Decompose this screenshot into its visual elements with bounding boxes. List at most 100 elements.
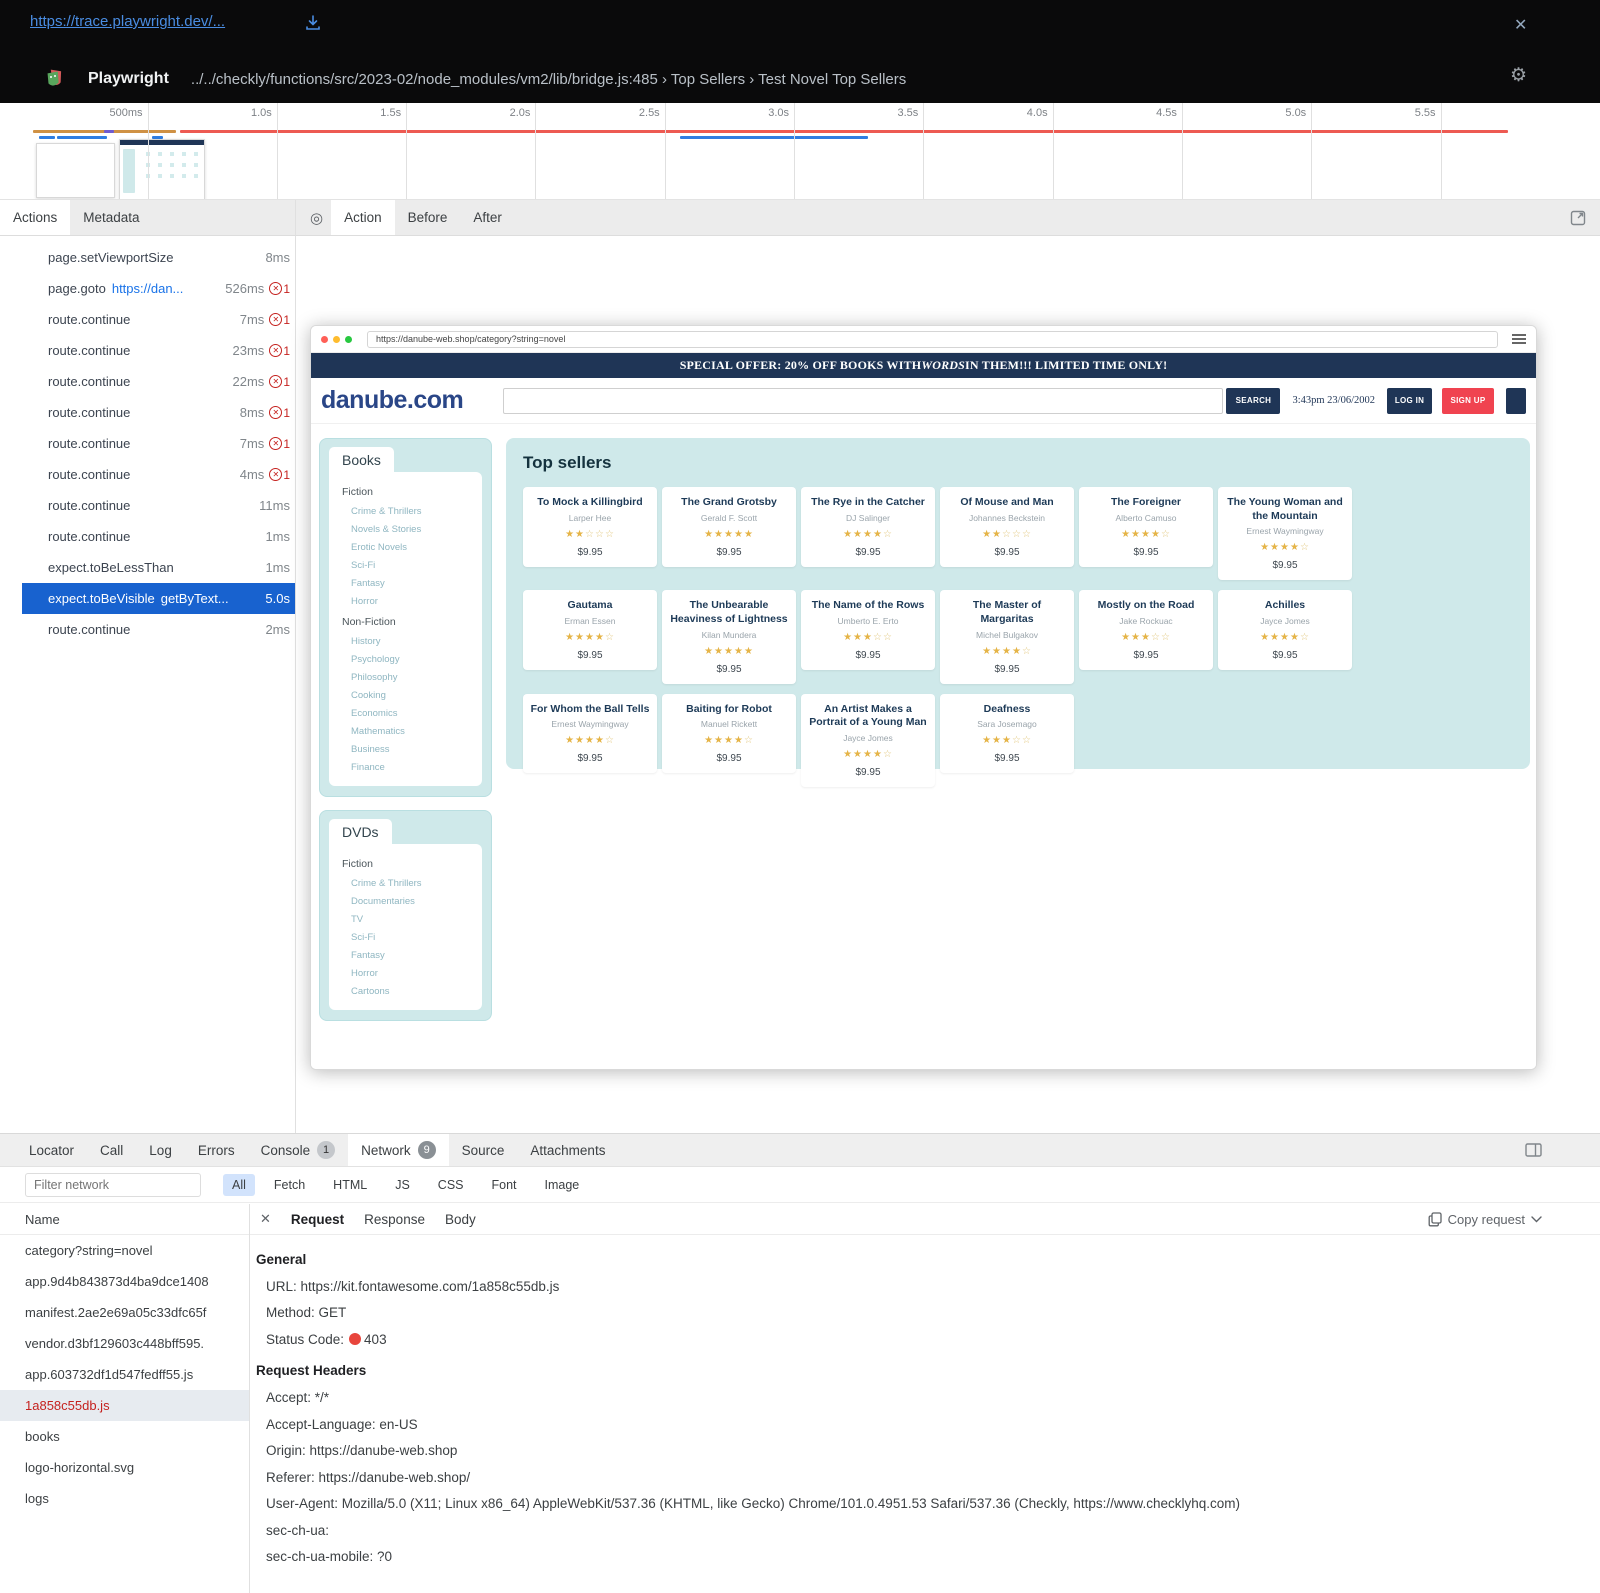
product-card[interactable]: GautamaErman Essen★★★★☆$9.95: [523, 590, 657, 670]
timeline-screenshot-blank[interactable]: [36, 143, 115, 198]
network-request-row[interactable]: app.603732df1d547fedff55.js: [0, 1359, 249, 1390]
filter-chip-css[interactable]: CSS: [429, 1174, 473, 1196]
category-tab[interactable]: Books: [329, 447, 394, 472]
product-card[interactable]: The ForeignerAlberto Camuso★★★★☆$9.95: [1079, 487, 1213, 567]
bottom-tab-attachments[interactable]: Attachments: [517, 1134, 618, 1166]
product-card[interactable]: The Master of MargaritasMichel Bulgakov★…: [940, 590, 1074, 683]
category-link[interactable]: Fantasy: [329, 574, 482, 592]
product-card[interactable]: The Unbearable Heaviness of LightnessKil…: [662, 590, 796, 683]
target-icon[interactable]: ◎: [296, 200, 331, 235]
browser-url-bar[interactable]: https://danube-web.shop/category?string=…: [367, 331, 1498, 348]
category-link[interactable]: Crime & Thrillers: [329, 502, 482, 520]
filter-chip-image[interactable]: Image: [536, 1174, 589, 1196]
category-link[interactable]: Fantasy: [329, 946, 482, 964]
timeline-screenshot-page[interactable]: [119, 139, 205, 200]
category-link[interactable]: Horror: [329, 964, 482, 982]
network-request-row[interactable]: manifest.2ae2e69a05c33dfc65f: [0, 1297, 249, 1328]
site-search-input[interactable]: [503, 388, 1223, 414]
action-row[interactable]: expect.toBeLessThan1ms: [22, 552, 295, 583]
product-card[interactable]: The Name of the RowsUmberto E. Erto★★★☆☆…: [801, 590, 935, 670]
signup-button[interactable]: SIGN UP: [1442, 388, 1494, 414]
category-link[interactable]: Psychology: [329, 650, 482, 668]
product-card[interactable]: To Mock a KillingbirdLarper Hee★★☆☆☆$9.9…: [523, 487, 657, 567]
category-link[interactable]: Documentaries: [329, 892, 482, 910]
tab-before[interactable]: Before: [395, 200, 461, 235]
product-card[interactable]: Mostly on the RoadJake Rockuac★★★☆☆$9.95: [1079, 590, 1213, 670]
bottom-tab-errors[interactable]: Errors: [185, 1134, 248, 1166]
bottom-tab-console[interactable]: Console1: [248, 1134, 349, 1166]
open-external-icon[interactable]: [1570, 210, 1586, 226]
login-button[interactable]: LOG IN: [1387, 388, 1432, 414]
network-request-row[interactable]: app.9d4b843873d4ba9dce1408: [0, 1266, 249, 1297]
action-row[interactable]: route.continue11ms: [22, 490, 295, 521]
action-row[interactable]: route.continue8ms✕1: [22, 397, 295, 428]
copy-request-button[interactable]: Copy request: [1428, 1204, 1542, 1235]
search-button[interactable]: SEARCH: [1226, 388, 1280, 414]
tab-after[interactable]: After: [460, 200, 515, 235]
network-request-row[interactable]: logs: [0, 1483, 249, 1514]
network-request-row[interactable]: vendor.d3bf129603c448bff595.: [0, 1328, 249, 1359]
network-request-row[interactable]: 1a858c55db.js: [0, 1390, 249, 1421]
category-link[interactable]: Novels & Stories: [329, 520, 482, 538]
product-card[interactable]: The Rye in the CatcherDJ Salinger★★★★☆$9…: [801, 487, 935, 567]
category-link[interactable]: Finance: [329, 758, 482, 776]
tab-metadata[interactable]: Metadata: [70, 200, 152, 235]
tab-response[interactable]: Response: [364, 1212, 425, 1227]
product-card[interactable]: For Whom the Ball TellsErnest Waymingway…: [523, 694, 657, 774]
bottom-tab-network[interactable]: Network9: [348, 1134, 449, 1166]
bottom-tab-source[interactable]: Source: [449, 1134, 518, 1166]
filter-chip-html[interactable]: HTML: [324, 1174, 376, 1196]
action-row[interactable]: route.continue7ms✕1: [22, 304, 295, 335]
browser-menu-icon[interactable]: [1512, 334, 1526, 344]
trace-url-link[interactable]: https://trace.playwright.dev/...: [30, 13, 225, 30]
tab-request[interactable]: Request: [291, 1212, 344, 1227]
category-link[interactable]: Sci-Fi: [329, 556, 482, 574]
category-link[interactable]: Sci-Fi: [329, 928, 482, 946]
bottom-tab-call[interactable]: Call: [87, 1134, 136, 1166]
network-request-row[interactable]: logo-horizontal.svg: [0, 1452, 249, 1483]
timeline-ruler[interactable]: 500ms1.0s1.5s2.0s2.5s3.0s3.5s4.0s4.5s5.0…: [0, 103, 1600, 200]
product-card[interactable]: Of Mouse and ManJohannes Beckstein★★☆☆☆$…: [940, 487, 1074, 567]
layout-columns-icon[interactable]: [1525, 1143, 1542, 1157]
category-link[interactable]: Horror: [329, 592, 482, 610]
category-tab[interactable]: DVDs: [329, 819, 392, 844]
category-link[interactable]: Cooking: [329, 686, 482, 704]
site-logo[interactable]: danube.com: [321, 386, 463, 415]
detail-close-icon[interactable]: ✕: [260, 1211, 271, 1227]
product-card[interactable]: An Artist Makes a Portrait of a Young Ma…: [801, 694, 935, 787]
action-row[interactable]: page.gotohttps://dan...526ms✕1: [22, 273, 295, 304]
tab-action[interactable]: Action: [331, 200, 395, 235]
gear-icon[interactable]: ⚙: [1510, 64, 1527, 87]
bottom-tab-locator[interactable]: Locator: [16, 1134, 87, 1166]
close-icon[interactable]: ✕: [1514, 15, 1527, 35]
product-card[interactable]: The Young Woman and the MountainErnest W…: [1218, 487, 1352, 580]
category-link[interactable]: Business: [329, 740, 482, 758]
category-link[interactable]: History: [329, 632, 482, 650]
download-icon[interactable]: [305, 15, 321, 31]
action-row[interactable]: route.continue23ms✕1: [22, 335, 295, 366]
product-card[interactable]: Baiting for RobotManuel Rickett★★★★☆$9.9…: [662, 694, 796, 774]
action-row[interactable]: route.continue2ms: [22, 614, 295, 645]
action-row[interactable]: route.continue4ms✕1: [22, 459, 295, 490]
filter-chip-js[interactable]: JS: [386, 1174, 419, 1196]
network-request-row[interactable]: category?string=novel: [0, 1235, 249, 1266]
action-row[interactable]: route.continue1ms: [22, 521, 295, 552]
product-card[interactable]: DeafnessSara Josemago★★★☆☆$9.95: [940, 694, 1074, 774]
category-link[interactable]: TV: [329, 910, 482, 928]
category-link[interactable]: Erotic Novels: [329, 538, 482, 556]
bottom-tab-log[interactable]: Log: [136, 1134, 185, 1166]
product-card[interactable]: AchillesJayce Jomes★★★★☆$9.95: [1218, 590, 1352, 670]
action-row[interactable]: route.continue7ms✕1: [22, 428, 295, 459]
tab-actions[interactable]: Actions: [0, 200, 70, 235]
filter-chip-fetch[interactable]: Fetch: [265, 1174, 314, 1196]
category-link[interactable]: Mathematics: [329, 722, 482, 740]
tab-body[interactable]: Body: [445, 1212, 476, 1227]
category-link[interactable]: Crime & Thrillers: [329, 874, 482, 892]
cart-button[interactable]: [1506, 388, 1526, 414]
filter-chip-all[interactable]: All: [223, 1174, 255, 1196]
action-row[interactable]: expect.toBeVisiblegetByText...5.0s: [22, 583, 295, 614]
product-card[interactable]: The Grand GrotsbyGerald F. Scott★★★★★$9.…: [662, 487, 796, 567]
action-row[interactable]: route.continue22ms✕1: [22, 366, 295, 397]
category-link[interactable]: Philosophy: [329, 668, 482, 686]
action-row[interactable]: page.setViewportSize8ms: [22, 242, 295, 273]
